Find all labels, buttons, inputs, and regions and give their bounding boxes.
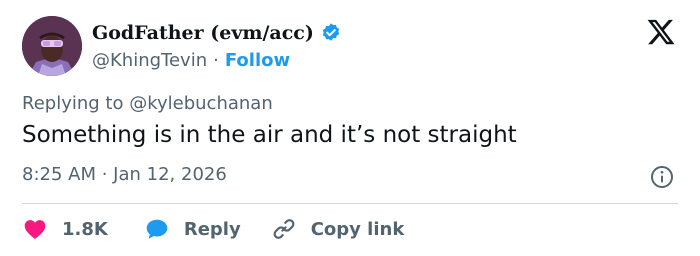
copy-link-button[interactable]: Copy link	[271, 216, 405, 242]
x-logo-icon[interactable]	[646, 17, 676, 47]
avatar-image	[22, 16, 82, 76]
copy-link-label: Copy link	[310, 218, 405, 240]
replying-to-text: Replying to @kylebuchanan	[22, 93, 273, 114]
action-bar: 1.8K Reply Copy link	[22, 214, 404, 244]
like-button[interactable]: 1.8K	[22, 216, 108, 242]
handle-separator: ·	[213, 49, 219, 71]
info-icon[interactable]	[650, 165, 674, 189]
heart-icon	[24, 220, 46, 239]
divider	[22, 203, 678, 204]
verified-badge-icon	[322, 23, 340, 41]
link-icon	[273, 219, 295, 239]
timestamp-separator: ·	[96, 164, 114, 185]
tweet-text: Something is in the air and it’s not str…	[22, 122, 517, 148]
reply-button[interactable]: Reply	[144, 216, 241, 242]
author-handle[interactable]: @KhingTevin	[92, 50, 207, 71]
follow-button[interactable]: Follow	[225, 50, 290, 71]
tweet-date: Jan 12, 2026	[113, 164, 227, 185]
reply-label: Reply	[183, 218, 241, 240]
like-count: 1.8K	[62, 218, 108, 240]
avatar[interactable]	[22, 16, 82, 76]
speech-bubble-icon	[146, 219, 168, 239]
author-display-name[interactable]: GodFather (evm/acc)	[92, 22, 314, 44]
author-handle-row: @KhingTevin · Follow	[92, 48, 290, 72]
timestamp[interactable]: 8:25 AM · Jan 12, 2026	[22, 164, 227, 185]
tweet-time: 8:25 AM	[22, 164, 96, 185]
author-name-row: GodFather (evm/acc)	[92, 20, 342, 46]
